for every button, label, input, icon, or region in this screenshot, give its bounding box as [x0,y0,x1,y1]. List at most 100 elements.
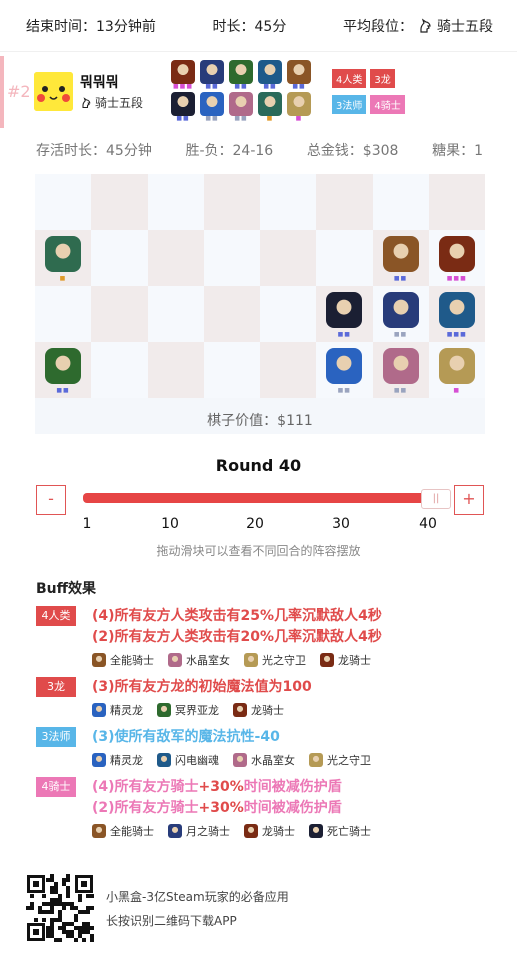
star-level: ■■ [205,115,219,122]
hero-icon [309,753,323,767]
unit-portrait[interactable]: ■ [257,92,283,122]
hero-name: 龙骑士 [251,704,284,717]
hero-name: 精灵龙 [110,754,143,767]
hero-portrait-icon [287,60,311,84]
player-units: ■■■ ■■ ■■ ■■ ■■ ■■ ■■ ■■ ■ ■ [170,60,315,124]
win-loss: 胜-负：24-16 [185,143,274,159]
board-cell [260,230,317,286]
star-level: ■■ [234,83,248,90]
hero-icon [309,824,323,838]
average-rank-value: 骑士五段 [437,18,493,35]
hero-icon [92,753,106,767]
next-round-button[interactable]: + [454,485,484,515]
star-level: ■■■ [172,83,193,90]
hero-icon [92,703,106,717]
green-dragon-piece[interactable]: ■ [43,234,83,282]
round-slider-fill [83,493,433,503]
star-level: ■■ [393,331,408,338]
buff-description: (2)所有友方人类攻击有20%几率沉默敌人4秒 [92,629,382,645]
moon-knight-piece[interactable]: ■■ [381,290,421,338]
board-cell [203,174,260,230]
chess-board: 棋子价值：$111 ■ ■■ ■■■ ■■ ■■ ■■■ ■■ ■■ ■■ ■ [35,174,485,434]
dark-knight-piece[interactable]: ■■ [324,290,364,338]
buff-description: (3)使所有敌军的魔法抗性-40 [92,729,280,745]
candy-count: 糖果：1 [432,143,483,159]
unit-portrait[interactable]: ■■ [199,60,225,90]
pikachu-avatar-icon [34,72,73,111]
board-cell [203,342,260,398]
puck-piece[interactable]: ■■ [324,346,364,394]
total-gold: 总金钱：$308 [306,143,399,159]
slider-hint: 拖动滑块可以查看不同回合的阵容摆放 [156,544,361,558]
board-cell [203,286,260,342]
star-level: ■■ [393,387,408,394]
round-tick: 10 [161,516,179,532]
star-level: ■■ [176,115,190,122]
buff-heroes: 精灵龙 闪电幽魂 水晶室女 光之守卫 [92,752,496,768]
hero-name: 龙骑士 [262,825,295,838]
buff-hero: 精灵龙 [92,752,143,768]
board-cell [91,342,148,398]
hero-icon [157,703,171,717]
unit-portrait[interactable]: ■ [286,92,312,122]
star-level: ■ [295,115,303,122]
hero-portrait-icon [200,92,224,116]
board-cell [147,286,204,342]
unit-portrait[interactable]: ■■ [199,92,225,122]
hero-portrait-icon [200,60,224,84]
round-slider-handle[interactable]: || [421,489,451,509]
board-cell [91,286,148,342]
buff-hero: 龙骑士 [320,652,371,668]
hero-name: 冥界亚龙 [175,704,219,717]
hero-icon [233,753,247,767]
dragon-knight-piece[interactable]: ■■■ [437,234,477,282]
board-cell [147,174,204,230]
hero-portrait-icon [45,348,81,384]
hero-portrait-icon [382,292,419,328]
unit-portrait[interactable]: ■■ [257,60,283,90]
star-level: ■■■ [446,331,467,338]
buff-heroes: 全能骑士 月之骑士 龙骑士 死亡骑士 [92,823,496,839]
venomancer-piece[interactable]: ■■ [43,346,83,394]
star-level: ■ [266,115,274,122]
unit-portrait[interactable]: ■■ [228,60,254,90]
buff-item: 3龙 (3)所有友方龙的初始魔法值为100 精灵龙 冥界亚龙 龙骑士 [36,677,496,718]
crystal-maiden-piece[interactable]: ■■ [381,346,421,394]
buff-hero: 精灵龙 [92,702,143,718]
hero-portrait-icon [229,92,253,116]
star-level: ■■ [393,275,408,282]
buff-hero: 月之骑士 [168,823,230,839]
buff-hero: 全能骑士 [92,652,154,668]
buff-hero: 死亡骑士 [309,823,371,839]
storm-spirit-piece[interactable]: ■■■ [437,290,477,338]
footer-slogan: 小黑盒-3亿Steam玩家的必备应用 [106,890,289,904]
unit-row: ■■■ ■■ ■■ ■■ ■■ [170,60,315,90]
keeper-piece[interactable]: ■ [437,346,477,394]
buff-title: Buff效果 [36,581,96,597]
buff-tag: 3法师 [36,727,76,747]
match-summary-bar: 结束时间：13分钟前 时长：45分 平均段位： 骑士五段 [0,0,517,52]
unit-portrait[interactable]: ■■ [170,92,196,122]
board-cell [91,174,148,230]
unit-portrait[interactable]: ■■ [286,60,312,90]
previous-round-button[interactable]: - [36,485,66,515]
brown-knight-piece[interactable]: ■■ [381,234,421,282]
buff-item: 4骑士 (4)所有友方骑士+30%时间被减伤护盾 (2)所有友方骑士+30%时间被减… [36,777,496,839]
board-cell [372,174,429,230]
unit-portrait[interactable]: ■■■ [170,60,196,90]
player-card[interactable]: #2 뭐뭐뭐 骑士五段 ■■■ ■■ ■■ ■■ ■■ ■■ ■■ ■■ ■ ■ 4人类 3龙 3法师… [0,56,517,132]
qr-code-icon[interactable] [26,874,94,942]
synergy-tag: 4骑士 [370,95,405,114]
board-cell [316,174,373,230]
round-slider-track[interactable] [83,493,433,503]
footer-download-hint: 长按识别二维码下载APP [106,914,237,928]
board-cell [260,342,317,398]
board-cell [35,174,92,230]
hero-portrait-icon [171,92,195,116]
hero-icon [168,824,182,838]
board-cell [147,342,204,398]
synergy-tag: 3法师 [332,95,367,114]
hero-portrait-icon [258,92,282,116]
player-synergy-tags: 4人类 3龙 3法师 4骑士 [332,68,432,120]
unit-portrait[interactable]: ■■ [228,92,254,122]
